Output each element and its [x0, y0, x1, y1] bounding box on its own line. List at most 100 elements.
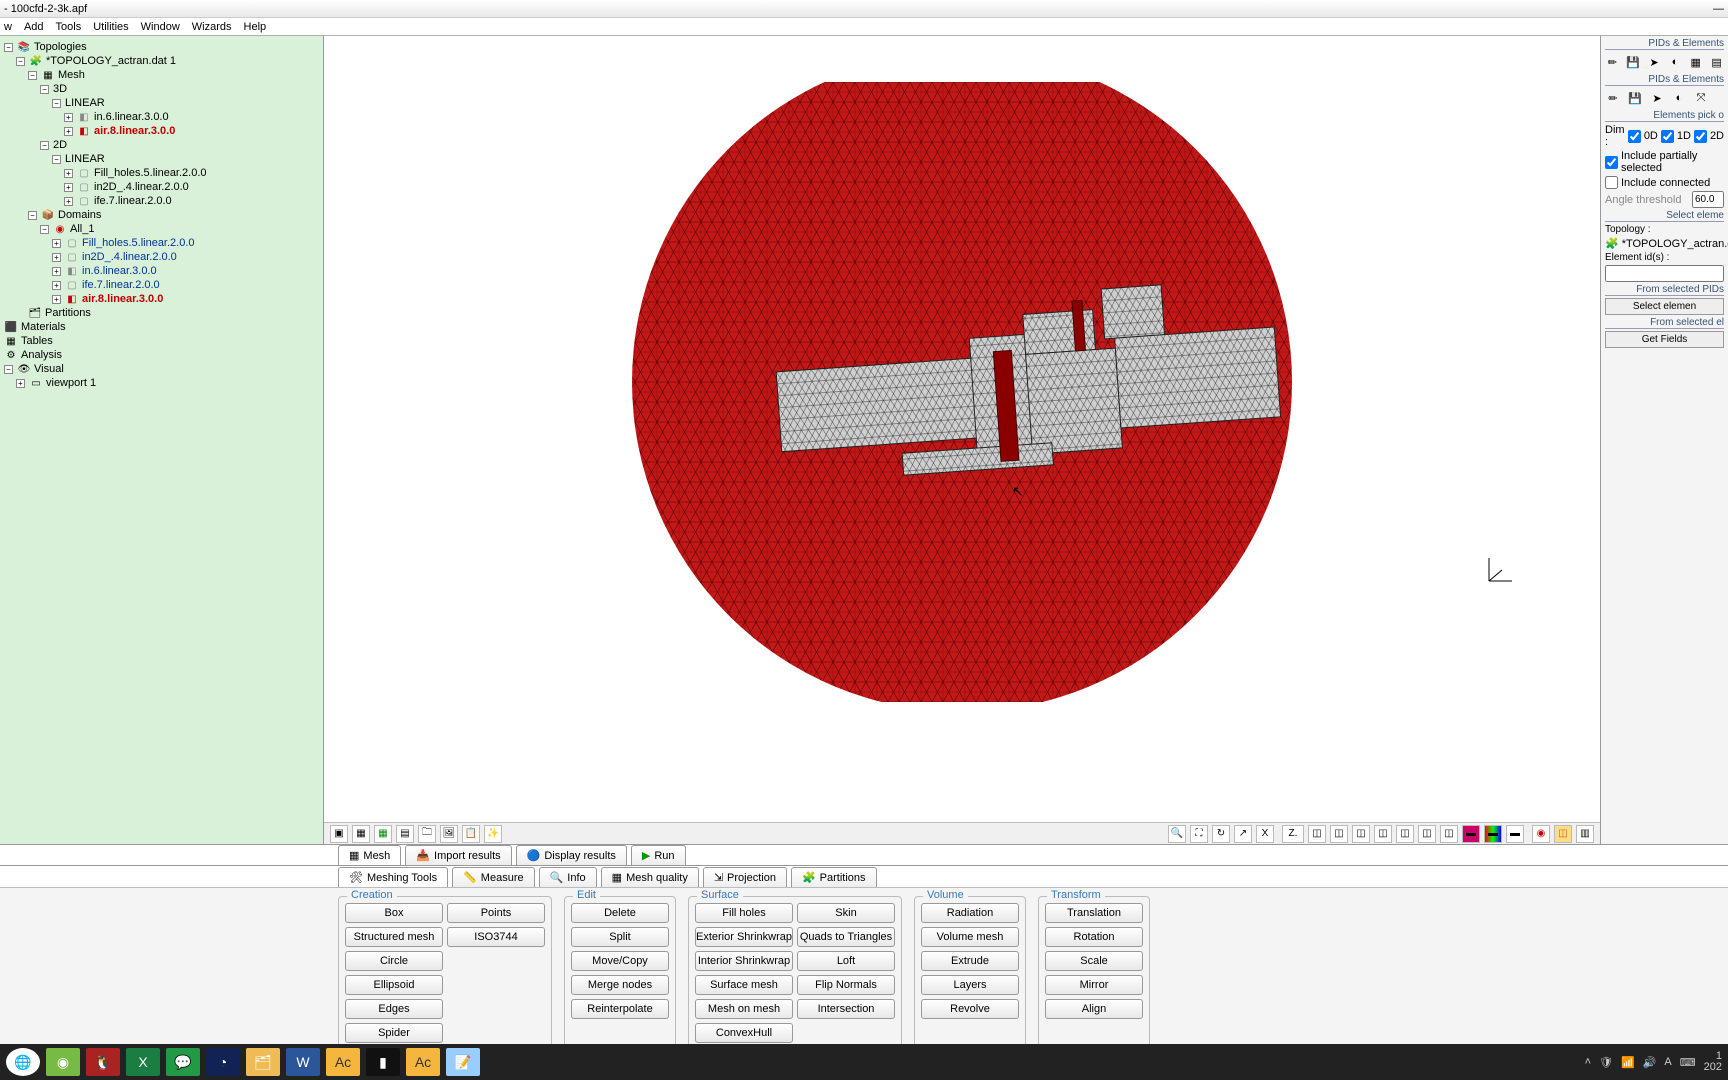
- radiation-button[interactable]: Radiation: [921, 903, 1019, 923]
- menu-utilities[interactable]: Utilities: [93, 21, 128, 33]
- eraser2-icon[interactable]: ✏: [1605, 90, 1621, 106]
- chrome-icon[interactable]: 🌐: [6, 1048, 40, 1076]
- tree-2d[interactable]: −2D: [0, 138, 323, 152]
- exterior-shrinkwrap-button[interactable]: Exterior Shrinkwrap: [695, 927, 793, 947]
- close-x[interactable]: X: [1256, 825, 1274, 843]
- tab-run[interactable]: ▶Run: [631, 845, 686, 865]
- split-button[interactable]: Split: [571, 927, 669, 947]
- tree-dom-in6[interactable]: +◧in.6.linear.3.0.0: [0, 264, 323, 278]
- rotation-button[interactable]: Rotation: [1045, 927, 1143, 947]
- palette-3-icon[interactable]: ▬: [1506, 825, 1524, 843]
- subtab-info[interactable]: 🔍Info: [539, 867, 597, 887]
- tree-partitions[interactable]: 🗂Partitions: [0, 306, 323, 320]
- menu-help[interactable]: Help: [244, 21, 267, 33]
- box-button[interactable]: Box: [345, 903, 443, 923]
- wand-icon[interactable]: ✨: [484, 825, 502, 843]
- tree-all1[interactable]: −◉All_1: [0, 222, 323, 236]
- app3-icon[interactable]: 🐧: [86, 1048, 120, 1076]
- minimize-button[interactable]: —: [1713, 3, 1724, 15]
- mesh-on-mesh-button[interactable]: Mesh on mesh: [695, 999, 793, 1019]
- structured-mesh-button[interactable]: Structured mesh: [345, 927, 443, 947]
- tree-3d-linear[interactable]: −LINEAR: [0, 96, 323, 110]
- spider-button[interactable]: Spider: [345, 1023, 443, 1043]
- palette-2-icon[interactable]: ▬: [1484, 825, 1502, 843]
- tray-vol-icon[interactable]: 🔊: [1643, 1056, 1657, 1069]
- notes-icon[interactable]: 📝: [446, 1048, 480, 1076]
- palette-1-icon[interactable]: ▬: [1462, 825, 1480, 843]
- interior-shrinkwrap-button[interactable]: Interior Shrinkwrap: [695, 951, 793, 971]
- tree-air8[interactable]: +◧air.8.linear.3.0.0: [0, 124, 323, 138]
- tray-ime-icon[interactable]: ⌨: [1680, 1056, 1696, 1069]
- tree-dom-air8[interactable]: +◧air.8.linear.3.0.0: [0, 292, 323, 306]
- files-icon[interactable]: 🗂: [246, 1048, 280, 1076]
- axis-icon[interactable]: ⤧: [1693, 90, 1709, 106]
- layers-button[interactable]: Layers: [921, 975, 1019, 995]
- tray-shield-icon[interactable]: 🛡: [1599, 1056, 1613, 1069]
- tree-analysis[interactable]: ⚙Analysis: [0, 348, 323, 362]
- tree-in6[interactable]: +◧in.6.linear.3.0.0: [0, 110, 323, 124]
- translation-button[interactable]: Translation: [1045, 903, 1143, 923]
- menu-wizards[interactable]: Wizards: [192, 21, 232, 33]
- eraser-icon[interactable]: ✏: [1605, 54, 1620, 70]
- reinterpolate-button[interactable]: Reinterpolate: [571, 999, 669, 1019]
- tree-topology-file[interactable]: −🧩*TOPOLOGY_actran.dat 1: [0, 54, 323, 68]
- cube-2-icon[interactable]: ◫: [1330, 825, 1348, 843]
- tree-viewport1[interactable]: +▭viewport 1: [0, 376, 323, 390]
- rotate-icon[interactable]: ↻: [1212, 825, 1230, 843]
- surface-mesh-button[interactable]: Surface mesh: [695, 975, 793, 995]
- move-copy-button[interactable]: Move/Copy: [571, 951, 669, 971]
- tree-fillholes5[interactable]: +▢Fill_holes.5.linear.2.0.0: [0, 166, 323, 180]
- include-connected-check[interactable]: [1605, 176, 1618, 189]
- elementid-input[interactable]: [1605, 265, 1724, 282]
- dim-1d-check[interactable]: [1661, 130, 1674, 143]
- dim-2d-check[interactable]: [1694, 130, 1707, 143]
- mirror-button[interactable]: Mirror: [1045, 975, 1143, 995]
- tree-dom-ife7[interactable]: +▢ife.7.linear.2.0.0: [0, 278, 323, 292]
- arrow2-icon[interactable]: ➤: [1649, 90, 1665, 106]
- tree-ife7[interactable]: +▢ife.7.linear.2.0.0: [0, 194, 323, 208]
- get-fields-button[interactable]: Get Fields: [1605, 331, 1724, 348]
- circle-button[interactable]: Circle: [345, 951, 443, 971]
- last-icon[interactable]: ▥: [1576, 825, 1594, 843]
- dim-0d-check[interactable]: [1628, 130, 1641, 143]
- vptool-6[interactable]: 🖼: [440, 825, 458, 843]
- subtab-quality[interactable]: ▦Mesh quality: [601, 867, 699, 887]
- tree-topologies[interactable]: −📚Topologies: [0, 40, 323, 54]
- excel-icon[interactable]: X: [126, 1048, 160, 1076]
- menu-add[interactable]: Add: [24, 21, 44, 33]
- vptool-2[interactable]: ▦: [352, 825, 370, 843]
- ellipsoid-button[interactable]: Ellipsoid: [345, 975, 443, 995]
- flip-normals-button[interactable]: Flip Normals: [797, 975, 895, 995]
- align-button[interactable]: Align: [1045, 999, 1143, 1019]
- subtab-projection[interactable]: ⇲Projection: [703, 867, 787, 887]
- cube-6-icon[interactable]: ◫: [1418, 825, 1436, 843]
- tree-dom-in2d[interactable]: +▢in2D_.4.linear.2.0.0: [0, 250, 323, 264]
- tab-import[interactable]: 📥Import results: [405, 845, 511, 865]
- vptool-3[interactable]: ▦: [374, 825, 392, 843]
- volume-mesh-button[interactable]: Volume mesh: [921, 927, 1019, 947]
- actran2-icon[interactable]: Ac: [406, 1048, 440, 1076]
- tree-mesh[interactable]: −▦Mesh: [0, 68, 323, 82]
- angle-input[interactable]: [1692, 191, 1724, 208]
- subtab-meshing-tools[interactable]: 🛠Meshing Tools: [338, 867, 448, 887]
- tab-display[interactable]: 🔵Display results: [516, 845, 627, 865]
- app6-icon[interactable]: ◔: [206, 1048, 240, 1076]
- red-cube-icon[interactable]: ◉: [1532, 825, 1550, 843]
- edges-button[interactable]: Edges: [345, 999, 443, 1019]
- quads-triangles-button[interactable]: Quads to Triangles: [797, 927, 895, 947]
- zoom-fit-icon[interactable]: ⛶: [1190, 825, 1208, 843]
- tab-mesh[interactable]: ▦Mesh: [338, 845, 401, 865]
- vptool-4[interactable]: ▤: [396, 825, 414, 843]
- select-elements-button[interactable]: Select elemen: [1605, 298, 1724, 315]
- tree-tables[interactable]: ▦Tables: [0, 334, 323, 348]
- iso3744-button[interactable]: ISO3744: [447, 927, 545, 947]
- tree-domains[interactable]: −📦Domains: [0, 208, 323, 222]
- grid1-icon[interactable]: ▦: [1688, 54, 1703, 70]
- viewport-3d[interactable]: ↖ 02:27 ▣ ▦ ▦ ▤ 🗀 🖼 📋 ✨ 🔍 ⛶ ↻ ↗ X: [324, 36, 1600, 844]
- dark-icon[interactable]: ◐: [1667, 54, 1682, 70]
- convexhull-button[interactable]: ConvexHull: [695, 1023, 793, 1043]
- app5-icon[interactable]: 💬: [166, 1048, 200, 1076]
- tree-dom-fillholes[interactable]: +▢Fill_holes.5.linear.2.0.0: [0, 236, 323, 250]
- arrow-r-icon[interactable]: ➤: [1647, 54, 1662, 70]
- tray-wifi-icon[interactable]: 📶: [1621, 1056, 1635, 1069]
